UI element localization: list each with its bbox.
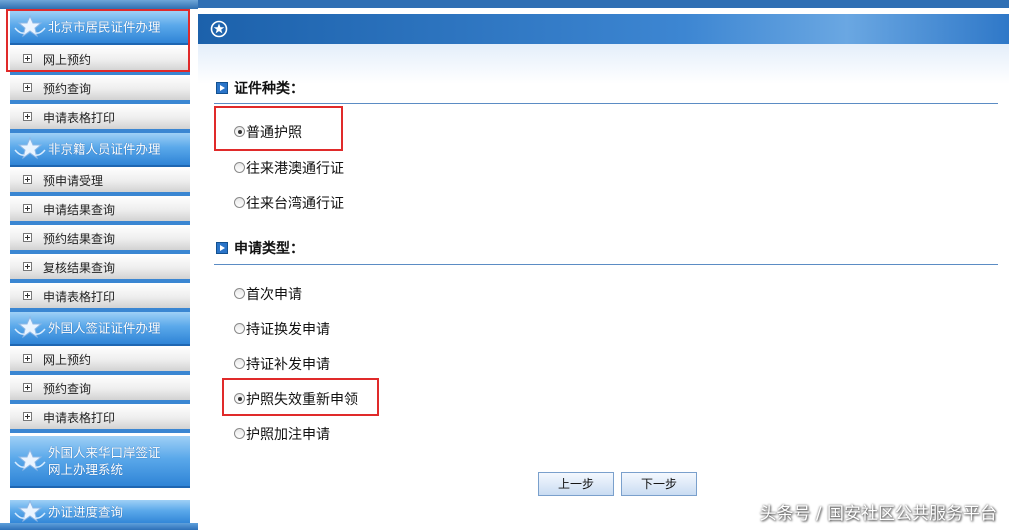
sidebar-group-port-visa-system[interactable]: 外国人来华口岸签证 网上办理系统 [10, 436, 190, 488]
previous-step-button[interactable]: 上一步 [538, 472, 614, 496]
highlight-box [6, 9, 190, 72]
sidebar-item-label: 预约查询 [43, 82, 92, 96]
radio-unselected-icon[interactable] [234, 358, 245, 369]
sidebar-item-appointment-result[interactable]: 预约结果查询 [10, 225, 190, 254]
radio-unselected-icon[interactable] [234, 288, 245, 299]
radio-unselected-icon[interactable] [234, 197, 245, 208]
sidebar-nav: 北京市居民证件办理 网上预约 预约查询 申请表格打印 非京籍人员证件办理 预申请… [0, 0, 198, 530]
arrow-right-icon [216, 242, 228, 254]
apply-type-heading: 申请类型： [216, 238, 304, 258]
radio-unselected-icon[interactable] [234, 428, 245, 439]
sidebar-top-strip [0, 0, 198, 9]
police-emblem-icon [14, 500, 46, 523]
sidebar-item-application-result[interactable]: 申请结果查询 [10, 196, 190, 225]
expand-plus-icon[interactable] [23, 204, 32, 213]
radio-cert-hk-macau-permit[interactable]: 往来港澳通行证 [234, 158, 344, 178]
sidebar-item-label: 网上预约 [43, 353, 92, 367]
emblem-icon [210, 20, 228, 38]
expand-plus-icon[interactable] [23, 175, 32, 184]
section-divider [214, 103, 998, 104]
radio-apply-endorsement[interactable]: 护照加注申请 [234, 424, 330, 444]
sidebar-item-label: 申请表格打印 [43, 411, 116, 425]
sidebar-group-title: 办证进度查询 [48, 504, 124, 520]
next-step-button[interactable]: 下一步 [621, 472, 697, 496]
radio-unselected-icon[interactable] [234, 323, 245, 334]
main-header-bar [198, 14, 1009, 44]
section-divider [214, 264, 998, 265]
highlight-box [214, 106, 343, 151]
sidebar-item-online-appointment[interactable]: 网上预约 [10, 346, 190, 375]
sidebar-item-label: 预约结果查询 [43, 232, 116, 246]
radio-apply-replacement[interactable]: 持证补发申请 [234, 354, 330, 374]
main-panel: 证件种类： 普通护照 往来港澳通行证 往来台湾通行证 申请类型： 首次申请 持证… [198, 0, 1009, 530]
sidebar-item-label: 申请结果查询 [43, 203, 116, 217]
sidebar-group-non-beijing[interactable]: 非京籍人员证件办理 [10, 133, 190, 167]
sidebar-item-label: 申请表格打印 [43, 111, 116, 125]
sidebar-item-pre-application[interactable]: 预申请受理 [10, 167, 190, 196]
sidebar-item-appointment-query[interactable]: 预约查询 [10, 75, 190, 104]
sidebar-item-review-result[interactable]: 复核结果查询 [10, 254, 190, 283]
sidebar-item-label: 复核结果查询 [43, 261, 116, 275]
main-top-strip [198, 0, 1009, 8]
police-emblem-icon [14, 315, 46, 339]
cert-type-heading: 证件种类： [216, 78, 304, 98]
arrow-right-icon [216, 82, 228, 94]
sidebar-item-label: 预约查询 [43, 382, 92, 396]
radio-cert-taiwan-permit[interactable]: 往来台湾通行证 [234, 193, 344, 213]
sidebar-bottom-strip [0, 523, 198, 530]
police-emblem-icon [14, 136, 46, 160]
sidebar-group-foreigner-visa[interactable]: 外国人签证证件办理 [10, 312, 190, 346]
expand-plus-icon[interactable] [23, 112, 32, 121]
sidebar-item-label: 申请表格打印 [43, 290, 116, 304]
sidebar-item-form-print[interactable]: 申请表格打印 [10, 283, 190, 312]
sidebar-item-label: 预申请受理 [43, 174, 104, 188]
expand-plus-icon[interactable] [23, 291, 32, 300]
highlight-box [222, 378, 379, 416]
expand-plus-icon[interactable] [23, 354, 32, 363]
sidebar-item-form-print[interactable]: 申请表格打印 [10, 404, 190, 433]
sidebar-group-title: 外国人来华口岸签证 网上办理系统 [48, 445, 161, 477]
sidebar-item-appointment-query[interactable]: 预约查询 [10, 375, 190, 404]
expand-plus-icon[interactable] [23, 383, 32, 392]
expand-plus-icon[interactable] [23, 83, 32, 92]
police-emblem-icon [14, 448, 46, 472]
radio-apply-first-time[interactable]: 首次申请 [234, 284, 302, 304]
expand-plus-icon[interactable] [23, 233, 32, 242]
expand-plus-icon[interactable] [23, 262, 32, 271]
sidebar-group-title: 非京籍人员证件办理 [48, 141, 161, 157]
sidebar-item-form-print[interactable]: 申请表格打印 [10, 104, 190, 133]
radio-unselected-icon[interactable] [234, 162, 245, 173]
expand-plus-icon[interactable] [23, 412, 32, 421]
radio-apply-renewal[interactable]: 持证换发申请 [234, 319, 330, 339]
watermark-text: 头条号 / 国安社区公共服务平台 [759, 504, 997, 524]
sidebar-group-title: 外国人签证证件办理 [48, 320, 161, 336]
header-fade [198, 44, 1009, 84]
